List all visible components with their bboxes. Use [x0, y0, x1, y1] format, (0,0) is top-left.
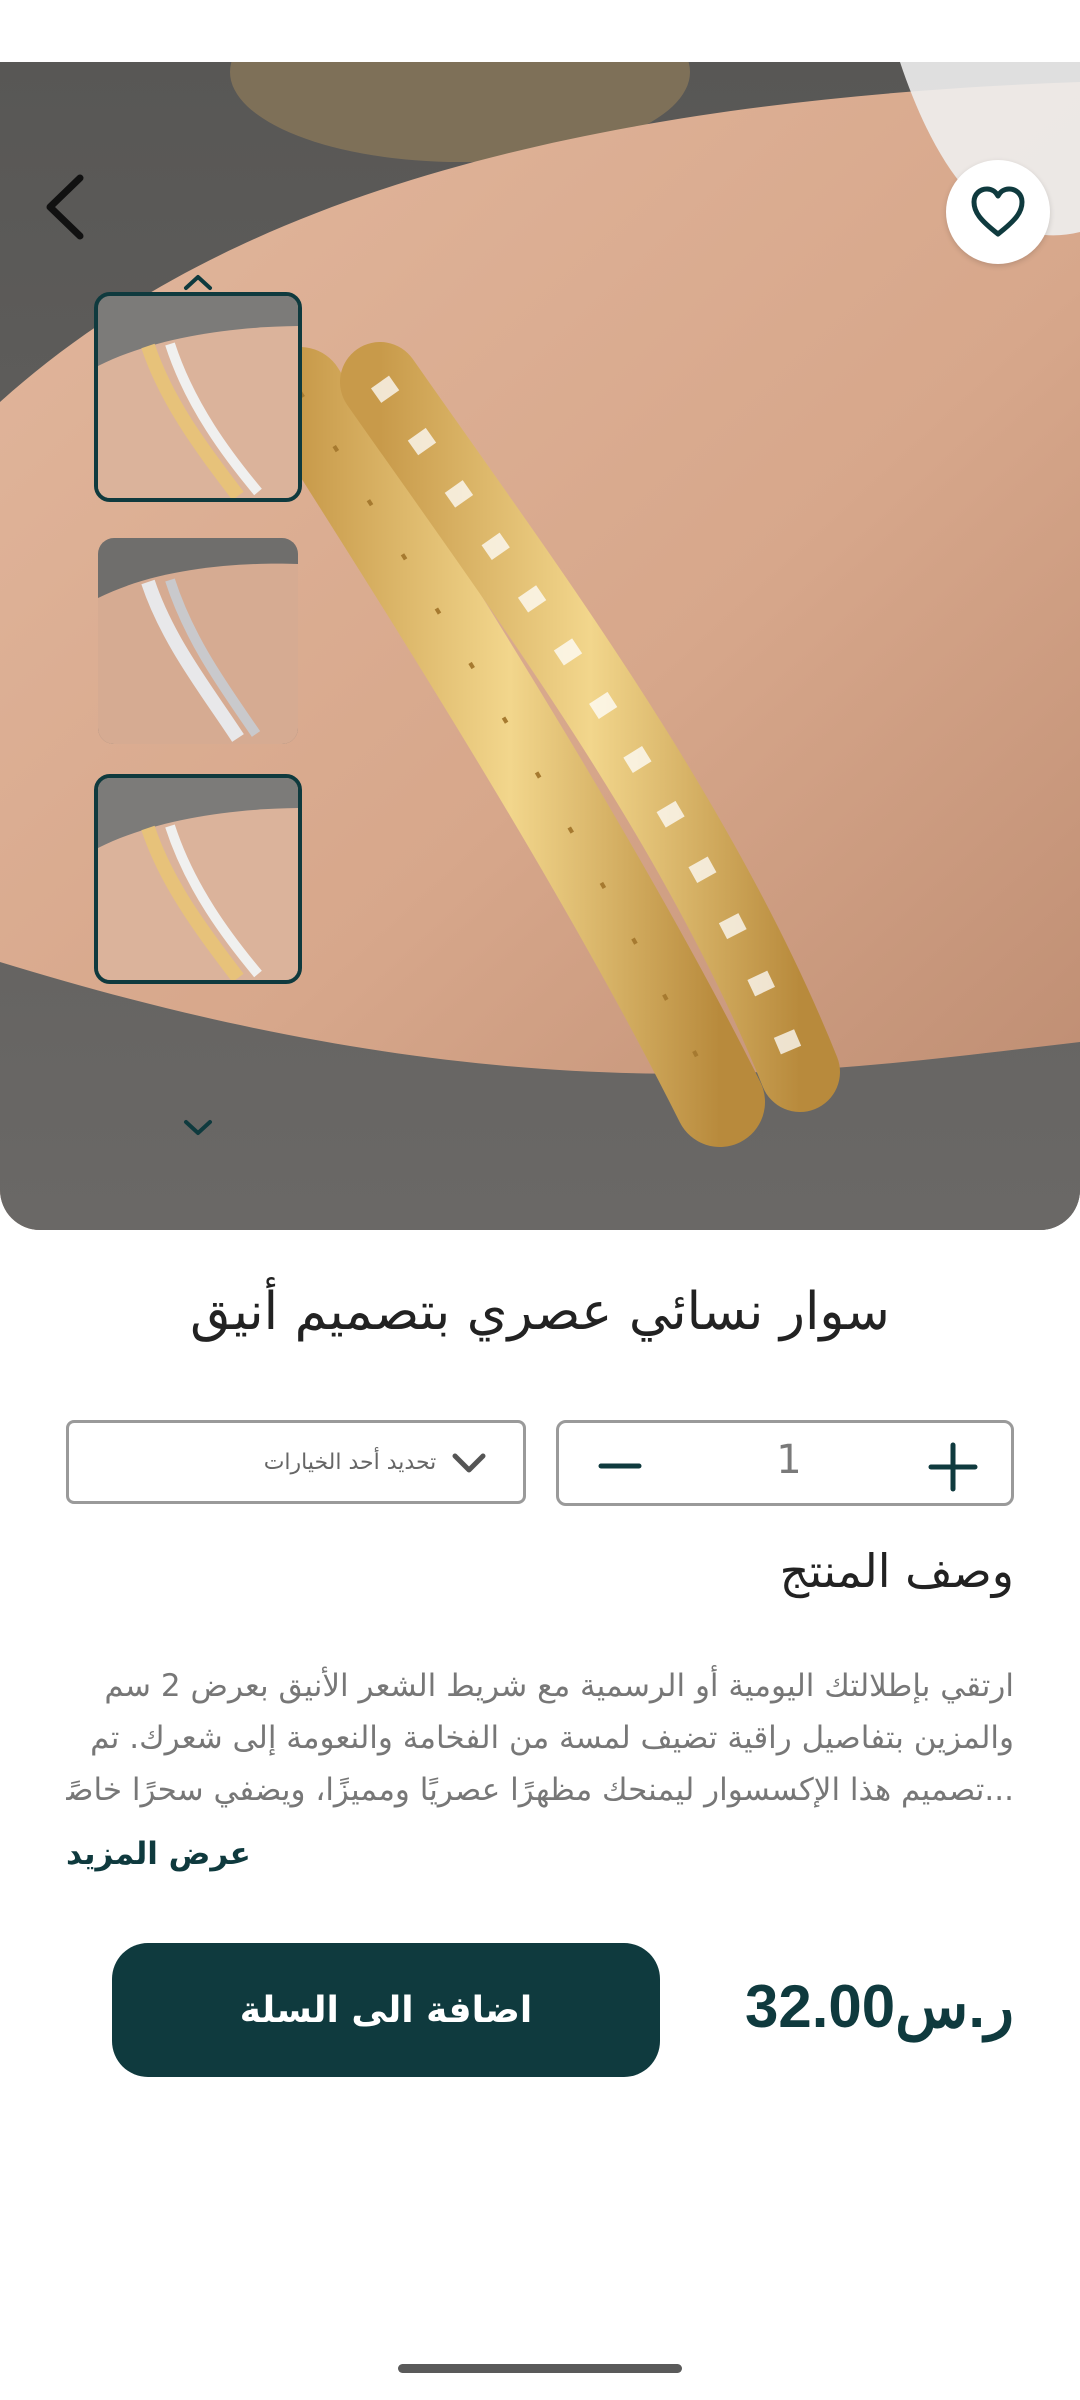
product-title: سوار نسائي عصري بتصميم أنيق: [190, 1282, 890, 1342]
thumbnail-image: [98, 296, 298, 498]
quantity-value: 1: [776, 1437, 802, 1483]
thumbnails-scroll-down[interactable]: [170, 1108, 226, 1148]
plus-icon[interactable]: [923, 1437, 983, 1497]
minus-icon[interactable]: [595, 1441, 645, 1491]
favorite-button[interactable]: [946, 160, 1050, 264]
description-line: ...تصميم هذا الإكسسوار ليمنحك مظهرًا عصر…: [66, 1772, 1014, 1808]
options-placeholder: تحديد أحد الخيارات: [263, 1449, 437, 1475]
thumbnail-2[interactable]: [98, 538, 298, 744]
thumbnail-image: [98, 778, 298, 980]
thumbnail-3[interactable]: [94, 774, 302, 984]
back-button[interactable]: [30, 162, 100, 252]
description-heading: وصف المنتج: [779, 1544, 1014, 1598]
home-indicator[interactable]: [398, 2364, 682, 2373]
chevron-up-icon: [184, 275, 212, 290]
back-arrow-icon: [46, 174, 84, 240]
thumbnail-1[interactable]: [94, 292, 302, 502]
description-text: ارتقي بإطلالتك اليومية أو الرسمية مع شري…: [66, 1660, 1014, 1816]
add-to-cart-button[interactable]: اضافة الى السلة: [112, 1943, 660, 2077]
options-dropdown[interactable]: تحديد أحد الخيارات: [66, 1420, 526, 1504]
show-more-link[interactable]: عرض المزيد: [66, 1836, 251, 1872]
description-line: والمزين بتفاصيل راقية تضيف لمسة من الفخا…: [90, 1720, 1014, 1756]
description-line: ارتقي بإطلالتك اليومية أو الرسمية مع شري…: [104, 1668, 1014, 1704]
quantity-stepper[interactable]: 1: [556, 1420, 1014, 1506]
chevron-down-icon: [452, 1453, 486, 1473]
heart-icon: [971, 186, 1025, 237]
thumbnail-image: [98, 538, 298, 744]
product-price: 32.00ر.س: [744, 1973, 1014, 2040]
product-image: [0, 62, 1080, 1230]
chevron-down-icon: [184, 1120, 212, 1135]
